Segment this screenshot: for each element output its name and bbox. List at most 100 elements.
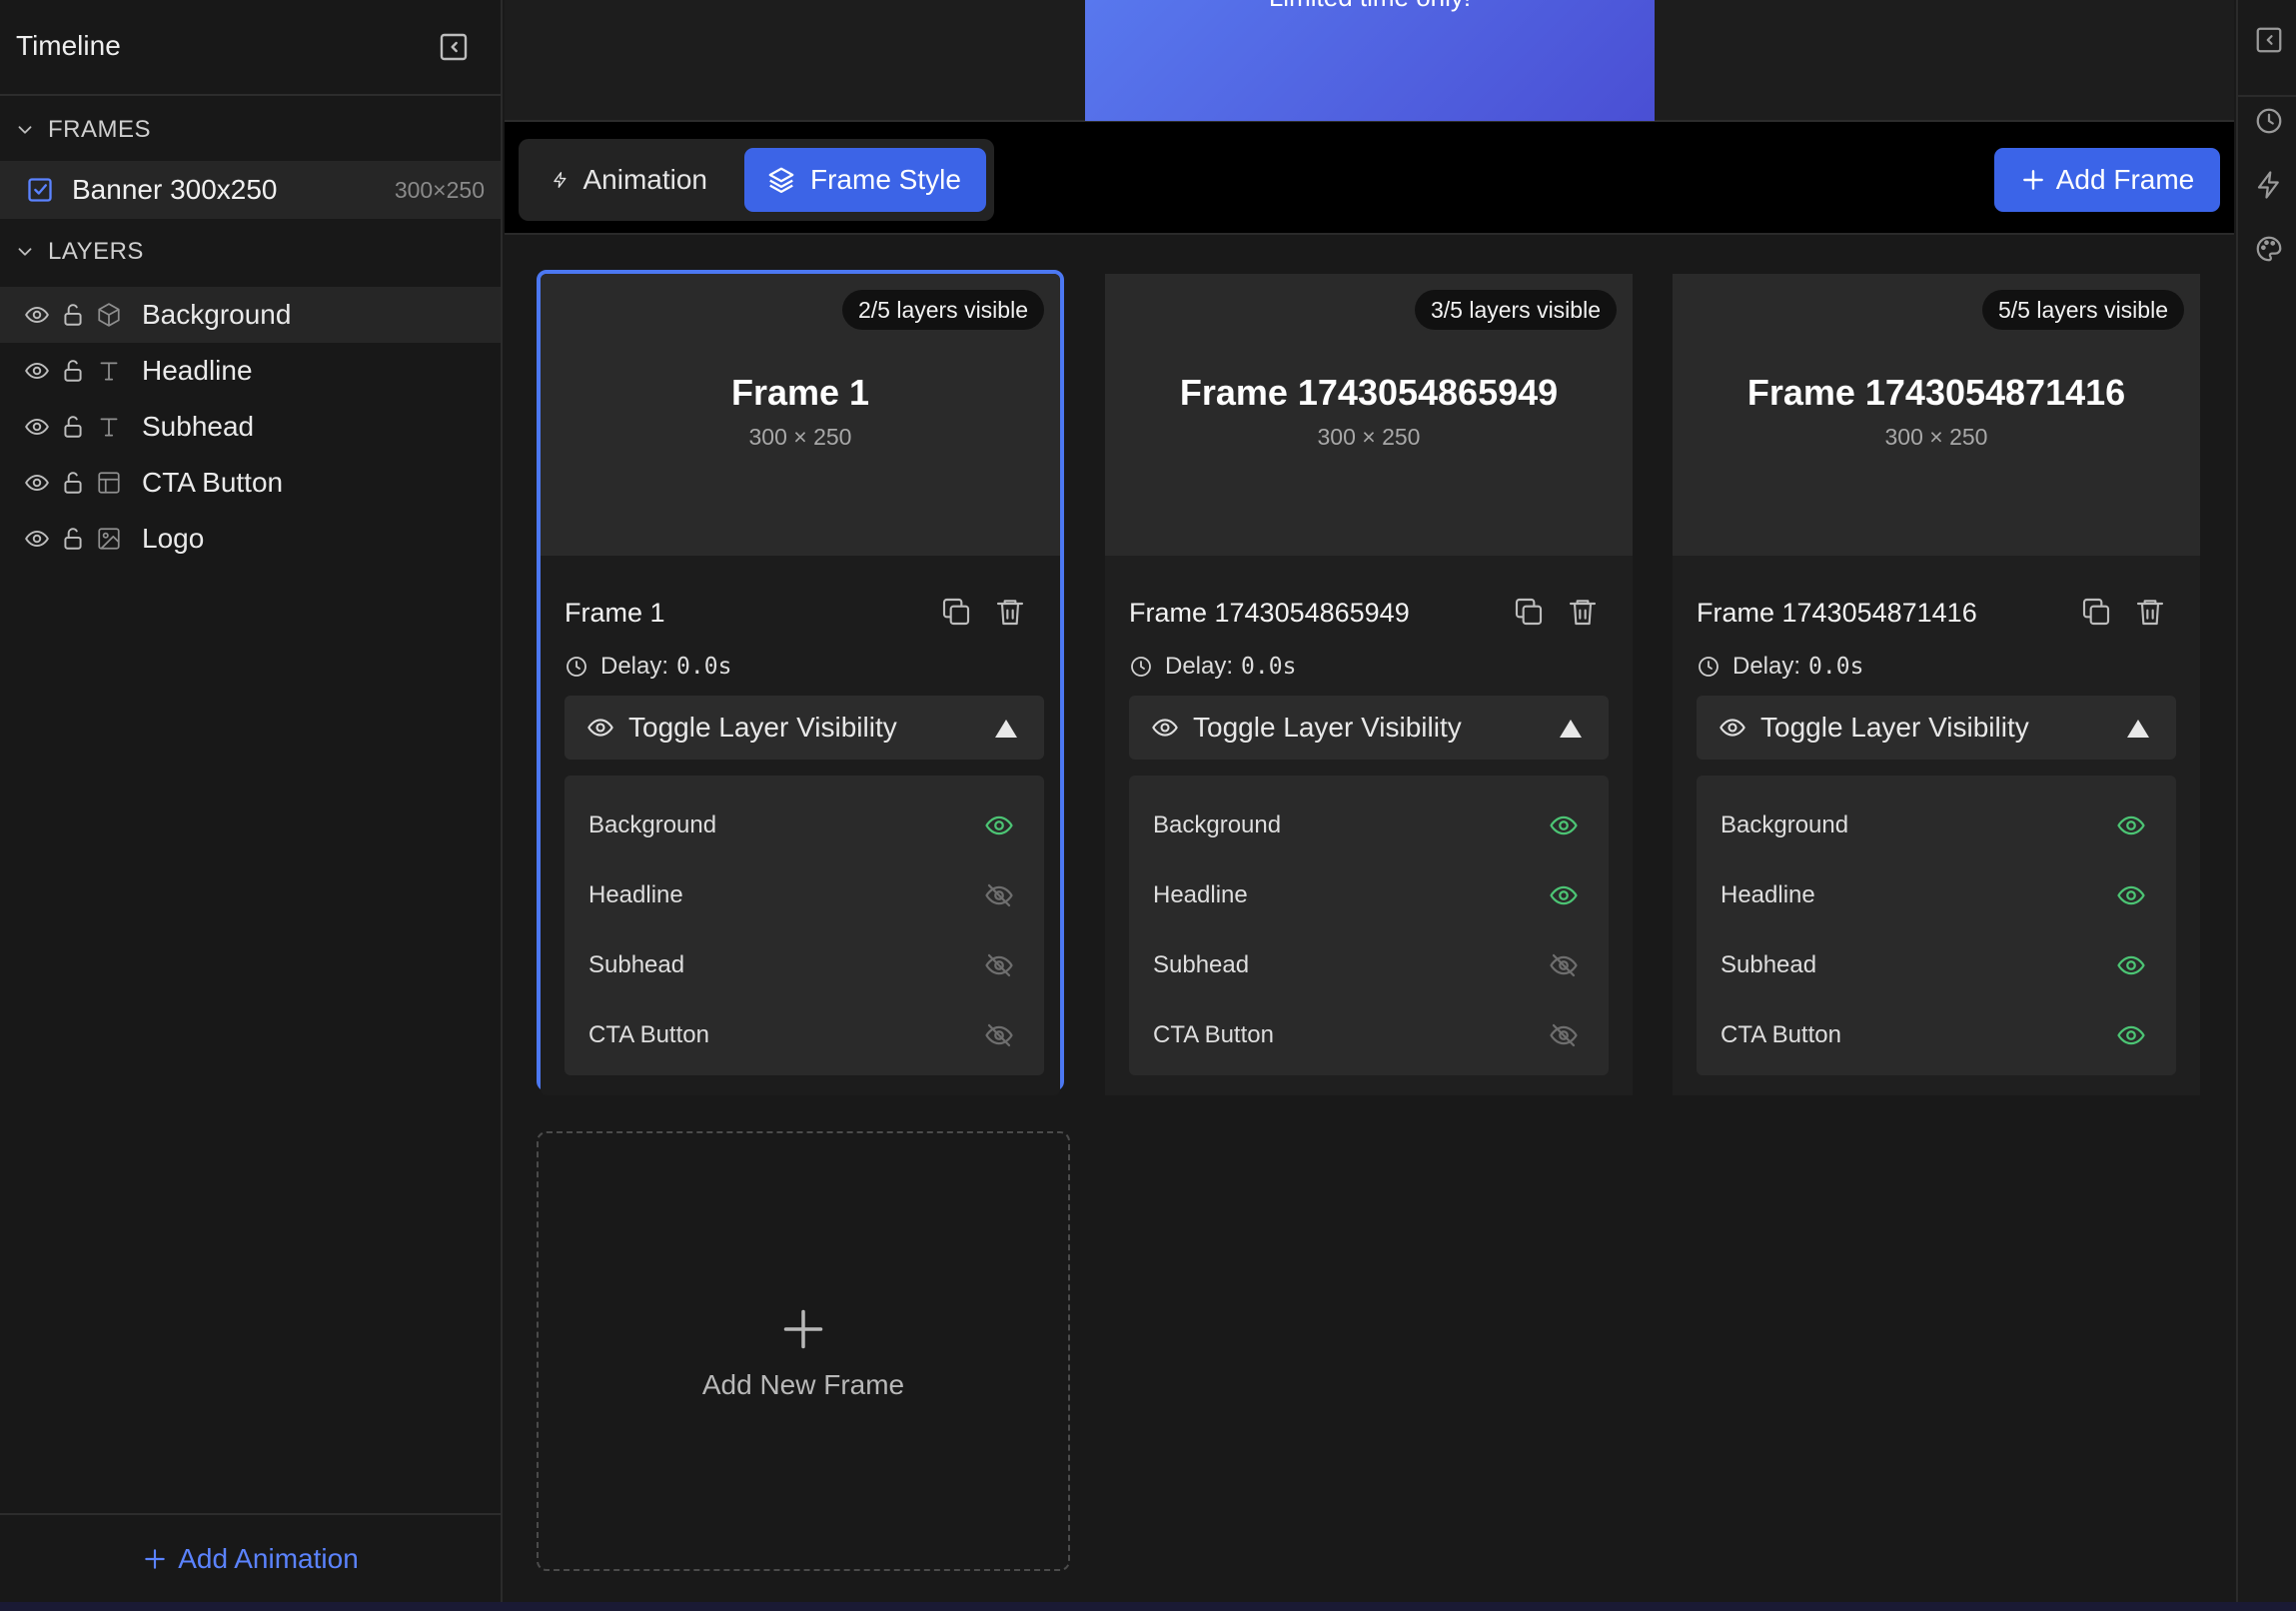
- layer-row-cta-button[interactable]: CTA Button: [0, 455, 501, 511]
- copy-icon[interactable]: [2080, 596, 2112, 628]
- frame-card[interactable]: 3/5 layers visible Frame 1743054865949 300…: [1105, 274, 1633, 1095]
- frame-card[interactable]: 5/5 layers visible Frame 1743054871416 300…: [1673, 274, 2200, 1095]
- sidebar-header: Timeline: [0, 0, 501, 96]
- layer-name: CTA Button: [142, 467, 284, 498]
- toggle-layer-visibility-button[interactable]: Toggle Layer Visibility: [1697, 696, 2176, 760]
- frame-delay: Delay: 0.0s: [1697, 651, 1863, 683]
- palette-icon[interactable]: [2254, 234, 2284, 264]
- trash-icon[interactable]: [1567, 596, 1599, 628]
- eye-icon[interactable]: [24, 358, 50, 384]
- eye-icon: [586, 714, 614, 742]
- delay-value[interactable]: 0.0s: [1241, 654, 1296, 680]
- timeline-sidebar: Timeline FRAMES Banner 300x250 300×250 L…: [0, 0, 503, 1602]
- eye-off-icon[interactable]: [984, 950, 1014, 980]
- eye-icon[interactable]: [24, 302, 50, 328]
- clock-icon[interactable]: [2254, 106, 2284, 136]
- layer-visibility-name: Headline: [588, 881, 683, 908]
- eye-off-icon[interactable]: [984, 1020, 1014, 1050]
- frame-thumbnail[interactable]: 3/5 layers visible Frame 1743054865949 300…: [1105, 274, 1633, 556]
- add-animation-button[interactable]: Add Animation: [142, 1543, 359, 1575]
- unlock-icon[interactable]: [60, 302, 86, 328]
- frames-section-header[interactable]: FRAMES: [0, 110, 501, 150]
- eye-icon[interactable]: [1549, 880, 1579, 910]
- add-new-frame-label: Add New Frame: [701, 1369, 905, 1400]
- unlock-icon[interactable]: [60, 414, 86, 440]
- eye-off-icon[interactable]: [984, 880, 1014, 910]
- frame-thumbnail-title: Frame 1: [730, 372, 870, 413]
- toggle-layer-visibility-label: Toggle Layer Visibility: [628, 712, 897, 743]
- layer-visibility-row: CTA Button: [1697, 997, 2176, 1073]
- trash-icon[interactable]: [994, 596, 1026, 628]
- delay-label: Delay:: [1165, 653, 1234, 680]
- tab-frame-style[interactable]: Frame Style: [744, 148, 986, 212]
- clock-icon: [1697, 655, 1721, 679]
- expand-panel-icon[interactable]: [2254, 25, 2284, 55]
- layer-visibility-name: Subhead: [1721, 951, 1817, 978]
- eye-icon[interactable]: [24, 414, 50, 440]
- tab-animation[interactable]: Animation: [530, 148, 729, 212]
- frame-thumbnail[interactable]: 5/5 layers visible Frame 1743054871416 300…: [1673, 274, 2200, 556]
- unlock-icon[interactable]: [60, 470, 86, 496]
- delay-value[interactable]: 0.0s: [676, 654, 731, 680]
- eye-icon[interactable]: [24, 526, 50, 552]
- layer-visibility-row: CTA Button: [1129, 997, 1609, 1073]
- unlock-icon[interactable]: [60, 358, 86, 384]
- eye-icon[interactable]: [24, 470, 50, 496]
- frame-thumbnail[interactable]: 2/5 layers visible Frame 1 300 × 250: [541, 274, 1060, 556]
- layer-visibility-list: Background Headline Subhead CTA Button: [565, 776, 1044, 1075]
- checkbox-checked-icon[interactable]: [26, 176, 54, 204]
- layer-visibility-row: Background: [1697, 788, 2176, 863]
- cube-icon: [96, 302, 122, 328]
- collapse-panel-icon[interactable]: [438, 31, 470, 63]
- layer-visibility-name: Subhead: [588, 951, 685, 978]
- add-new-frame-button[interactable]: Add New Frame: [537, 1131, 1070, 1571]
- sidebar-title: Timeline: [16, 30, 121, 61]
- toggle-layer-visibility-button[interactable]: Toggle Layer Visibility: [1129, 696, 1609, 760]
- trash-icon[interactable]: [2134, 596, 2166, 628]
- delay-value[interactable]: 0.0s: [1808, 654, 1863, 680]
- layer-visibility-list: Background Headline Subhead CTA Button: [1697, 776, 2176, 1075]
- tab-frame-style-label: Frame Style: [810, 164, 961, 195]
- layers-visible-badge: 5/5 layers visible: [1981, 290, 2184, 330]
- eye-off-icon[interactable]: [1549, 950, 1579, 980]
- lightning-icon[interactable]: [2254, 170, 2284, 200]
- unlock-icon[interactable]: [60, 526, 86, 552]
- layer-row-logo[interactable]: Logo: [0, 511, 501, 567]
- frame-delay: Delay: 0.0s: [565, 651, 731, 683]
- layer-visibility-row: Subhead: [1697, 927, 2176, 1003]
- layout-icon: [96, 470, 122, 496]
- toggle-layer-visibility-button[interactable]: Toggle Layer Visibility: [565, 696, 1044, 760]
- frame-thumbnail-title: Frame 1743054865949: [1179, 372, 1559, 413]
- clock-icon: [1129, 655, 1153, 679]
- eye-icon[interactable]: [2116, 950, 2146, 980]
- eye-icon: [1719, 714, 1746, 742]
- frame-dimensions: 300 × 250: [1317, 424, 1421, 450]
- eye-icon[interactable]: [984, 810, 1014, 840]
- triangle-up-icon: [994, 718, 1018, 740]
- frame-card[interactable]: 2/5 layers visible Frame 1 300 × 250 Frame …: [537, 270, 1064, 1095]
- image-icon: [96, 526, 122, 552]
- eye-icon[interactable]: [1549, 810, 1579, 840]
- copy-icon[interactable]: [1513, 596, 1545, 628]
- eye-icon[interactable]: [2116, 810, 2146, 840]
- layers-section-label: LAYERS: [48, 238, 144, 265]
- layer-visibility-name: Background: [588, 811, 717, 838]
- layer-visibility-name: Subhead: [1153, 951, 1250, 978]
- add-frame-button[interactable]: Add Frame: [1994, 148, 2220, 212]
- layer-visibility-name: Headline: [1153, 881, 1248, 908]
- eye-icon[interactable]: [2116, 880, 2146, 910]
- eye-off-icon[interactable]: [1549, 1020, 1579, 1050]
- copy-icon[interactable]: [940, 596, 972, 628]
- layer-visibility-row: Subhead: [565, 927, 1044, 1003]
- toggle-layer-visibility-label: Toggle Layer Visibility: [1760, 712, 2029, 743]
- layer-row-background[interactable]: Background: [0, 287, 501, 343]
- layers-section-header[interactable]: LAYERS: [0, 232, 501, 272]
- layer-name: Subhead: [142, 411, 255, 442]
- layer-row-headline[interactable]: Headline: [0, 343, 501, 399]
- add-frame-label: Add Frame: [2055, 164, 2195, 195]
- layer-visibility-name: CTA Button: [1721, 1021, 1841, 1048]
- frame-list-item[interactable]: Banner 300x250 300×250: [0, 161, 501, 219]
- layer-row-subhead[interactable]: Subhead: [0, 399, 501, 455]
- banner-preview[interactable]: Limited time only!: [1085, 0, 1655, 121]
- eye-icon[interactable]: [2116, 1020, 2146, 1050]
